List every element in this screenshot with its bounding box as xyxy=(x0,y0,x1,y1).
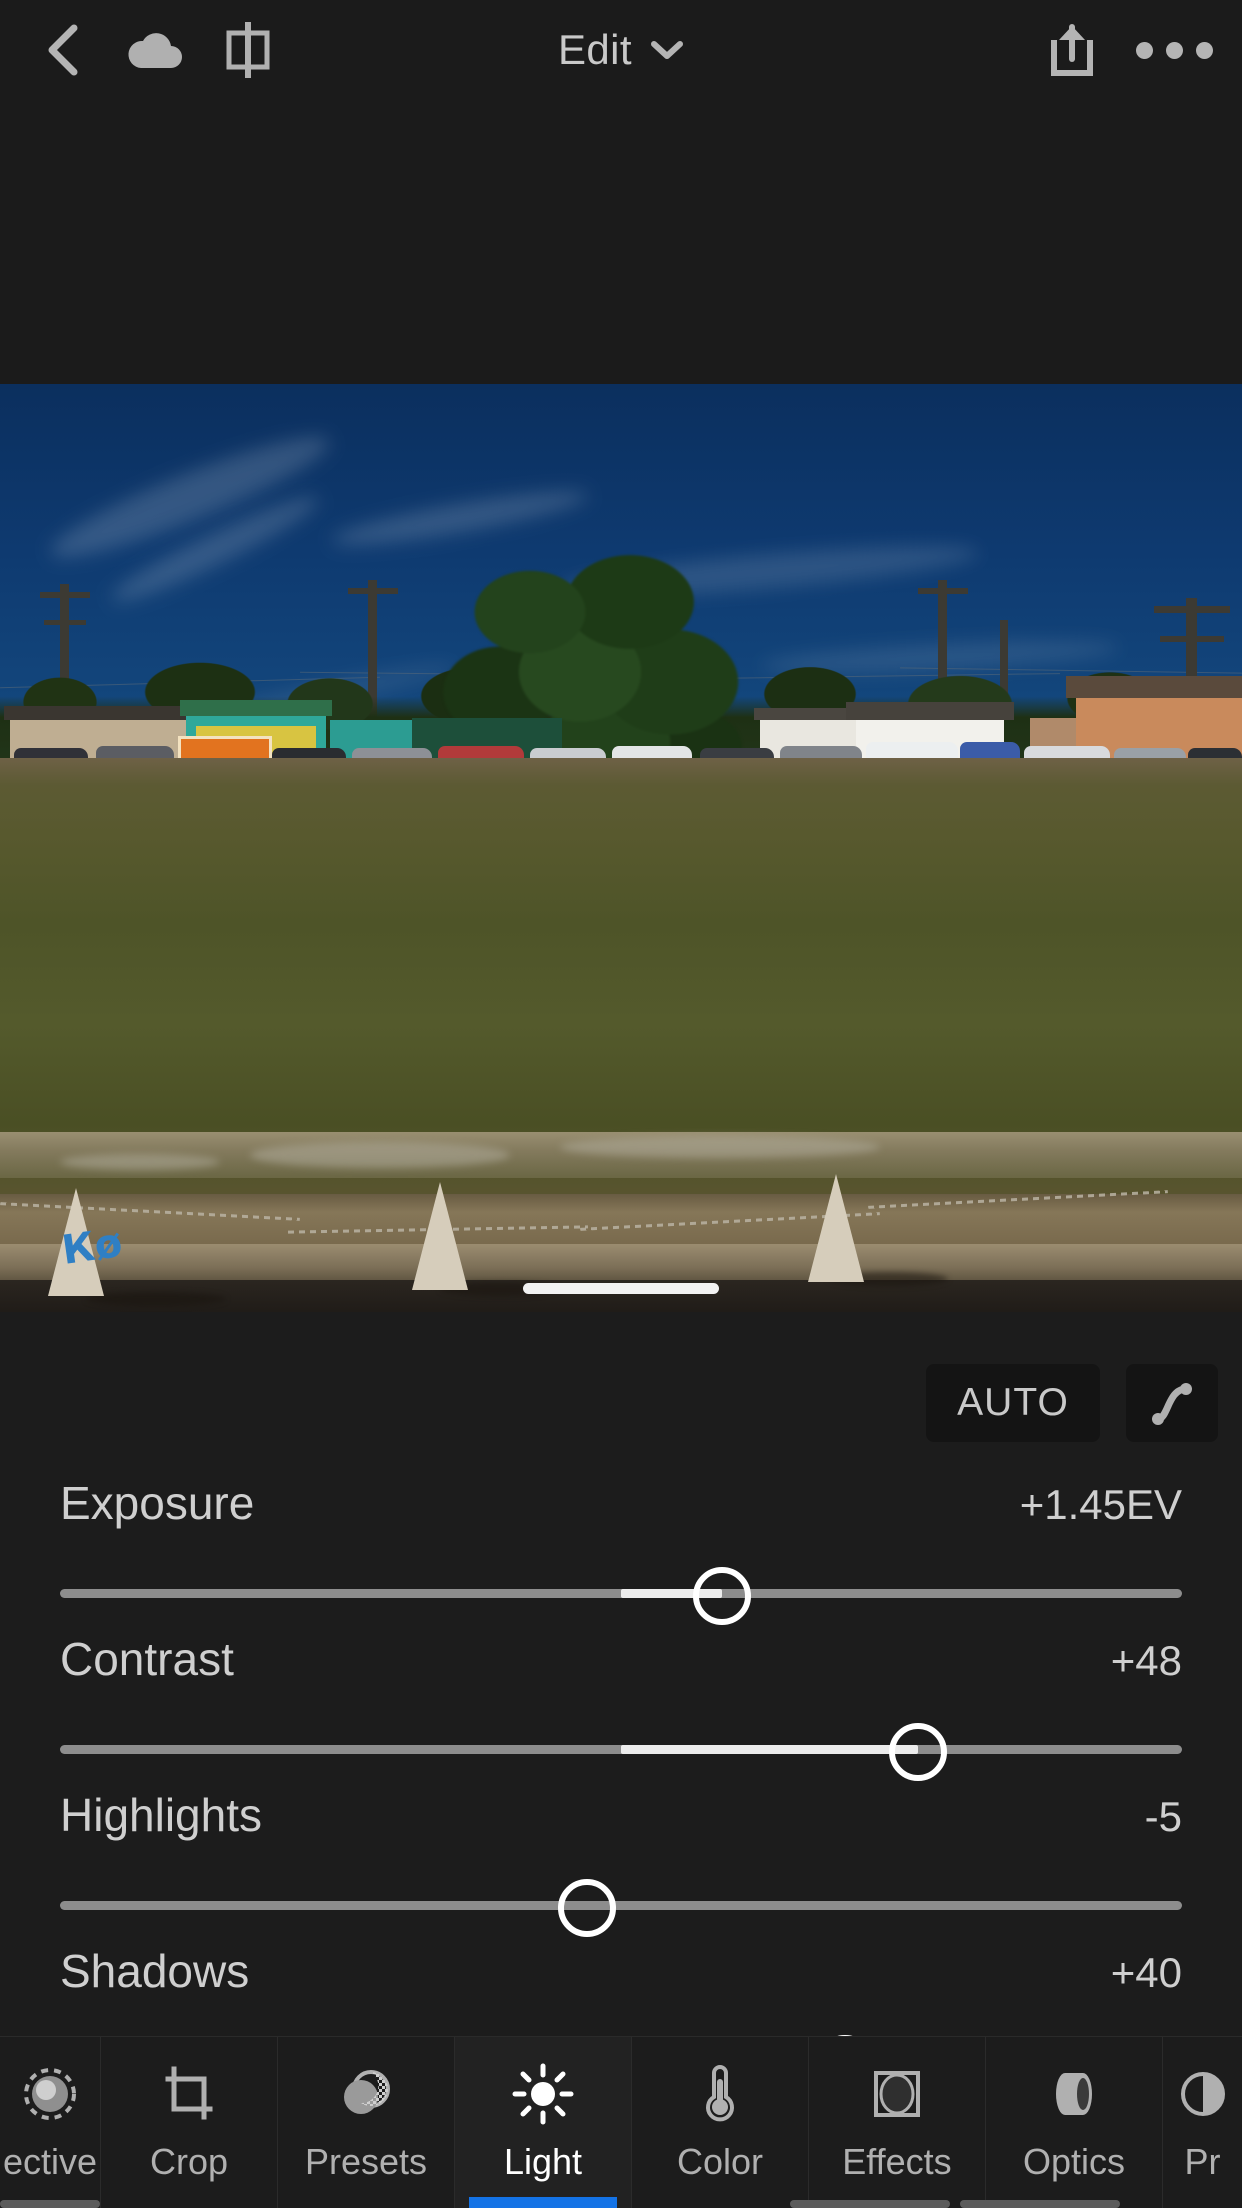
tab-light[interactable]: Light xyxy=(454,2037,631,2208)
color-thermometer-icon xyxy=(691,2063,749,2125)
share-button[interactable] xyxy=(1026,4,1118,96)
slider-row-highlights[interactable]: Highlights -5 xyxy=(0,1776,1242,1937)
tone-curve-icon xyxy=(1152,1383,1192,1425)
crop-icon xyxy=(160,2063,218,2125)
before-after-compare-icon xyxy=(226,22,270,78)
tab-label-selective: ective xyxy=(2,2140,98,2182)
edit-title-dropdown[interactable]: Edit xyxy=(558,26,684,74)
tab-label-crop: Crop xyxy=(149,2140,229,2182)
effects-vignette-icon xyxy=(868,2063,926,2125)
home-indicator xyxy=(523,1283,719,1294)
slider-value-shadows: +40 xyxy=(1110,1949,1182,1996)
slider-value-contrast: +48 xyxy=(1110,1637,1182,1684)
bollard-marker xyxy=(412,1182,468,1290)
slider-track-fill xyxy=(621,1745,919,1754)
more-options-icon xyxy=(1135,41,1213,59)
slider-list: Exposure +1.45EV Contrast +48 Highlights -5 Sh… xyxy=(0,1464,1242,2093)
tone-curve-button[interactable] xyxy=(1126,1364,1218,1442)
lightroom-edit-screen: Edit Кø AUTO Exposure +1.45EV Contrast +… xyxy=(0,0,1242,2208)
share-upload-icon xyxy=(1051,24,1093,76)
slider-knob-exposure[interactable] xyxy=(692,1567,751,1625)
slider-label-highlights: Highlights xyxy=(60,1789,262,1841)
slider-knob-contrast[interactable] xyxy=(889,1723,948,1781)
chevron-down-icon xyxy=(650,41,683,59)
slider-value-highlights: -5 xyxy=(1144,1793,1182,1840)
slider-label-shadows: Shadows xyxy=(60,1945,250,1997)
tab-optics[interactable]: Optics xyxy=(985,2037,1162,2208)
cloud-icon xyxy=(128,33,182,68)
auto-button[interactable]: AUTO xyxy=(926,1364,1100,1442)
tab-label-color: Color xyxy=(676,2140,764,2182)
tab-selective[interactable]: ective xyxy=(0,2037,100,2208)
auto-button-label: AUTO xyxy=(957,1381,1069,1424)
slider-label-contrast: Contrast xyxy=(60,1633,234,1685)
tab-profiles[interactable]: Pr xyxy=(1162,2037,1242,2208)
slider-track-exposure[interactable] xyxy=(60,1567,1182,1625)
before-after-button[interactable] xyxy=(202,4,294,96)
more-options-button[interactable] xyxy=(1128,4,1220,96)
tab-label-optics: Optics xyxy=(1022,2140,1126,2182)
slider-track-contrast[interactable] xyxy=(60,1723,1182,1781)
tab-label-effects: Effects xyxy=(842,2140,952,2182)
slider-value-exposure: +1.45EV xyxy=(1019,1481,1182,1528)
slider-label-exposure: Exposure xyxy=(60,1477,255,1529)
slider-track-base xyxy=(60,1901,1182,1910)
toolbar-scroll-hint xyxy=(0,2200,100,2208)
slider-row-exposure[interactable]: Exposure +1.45EV xyxy=(0,1464,1242,1625)
field-ground: Кø xyxy=(0,758,1242,1312)
cloud-sync-button[interactable] xyxy=(110,4,202,96)
optics-lens-icon xyxy=(1045,2063,1103,2125)
photo-preview[interactable]: Кø xyxy=(0,384,1242,1312)
tab-color[interactable]: Color xyxy=(631,2037,808,2208)
tab-crop[interactable]: Crop xyxy=(100,2037,277,2208)
tab-effects[interactable]: Effects xyxy=(808,2037,985,2208)
profiles-icon xyxy=(1174,2063,1232,2125)
back-button[interactable] xyxy=(18,4,110,96)
chevron-left-icon xyxy=(48,24,78,76)
toolbar-scroll-hint xyxy=(790,2200,950,2208)
tab-presets[interactable]: Presets xyxy=(277,2037,454,2208)
tab-label-presets: Presets xyxy=(304,2140,428,2182)
slider-knob-highlights[interactable] xyxy=(558,1879,617,1937)
selective-brush-icon xyxy=(21,2063,79,2125)
toolbar-scroll-hint xyxy=(960,2200,1120,2208)
page-title: Edit xyxy=(558,26,632,73)
tab-label-light: Light xyxy=(503,2140,583,2182)
edit-mode-toolbar: ective Crop Presets Light Color Effects Optics… xyxy=(0,2036,1242,2208)
slider-track-highlights[interactable] xyxy=(60,1879,1182,1937)
slider-row-contrast[interactable]: Contrast +48 xyxy=(0,1620,1242,1781)
tab-label-profiles: Pr xyxy=(1184,2140,1221,2182)
bollard-marker xyxy=(808,1174,864,1282)
active-tab-indicator xyxy=(469,2197,617,2208)
top-bar: Edit xyxy=(0,0,1242,384)
presets-icon xyxy=(337,2063,395,2125)
light-sun-icon xyxy=(512,2063,574,2125)
